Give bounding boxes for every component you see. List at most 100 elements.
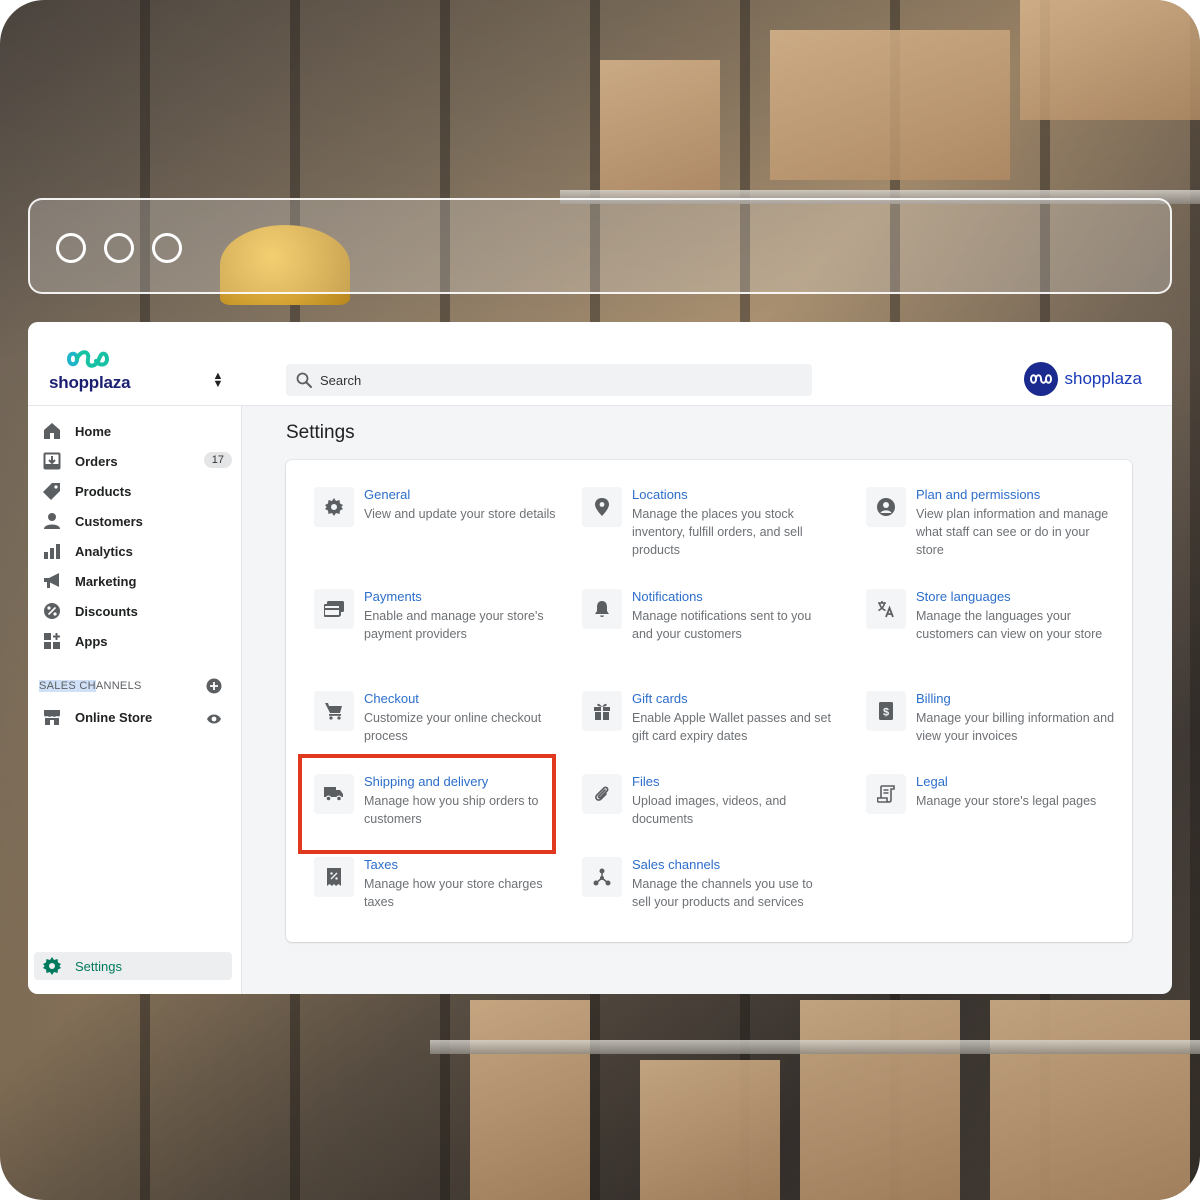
sidebar-item-label: Apps [75,633,108,649]
brand-infinity-icon [1024,362,1059,396]
setting-title: Store languages [916,589,1011,604]
window-control-maximize[interactable] [152,233,182,263]
bar-chart-icon [42,541,62,561]
setting-title: Notifications [632,589,703,604]
setting-title: Taxes [364,857,398,872]
setting-title: Locations [632,487,688,502]
discount-icon [42,601,62,621]
sidebar-item-customers[interactable]: Customers [42,507,232,535]
bg-box [770,30,1010,180]
sidebar-item-label: Online Store [75,709,153,725]
setting-title: Payments [364,589,422,604]
setting-description: Manage the languages your customers can … [916,609,1103,641]
setting-title: Billing [916,691,951,706]
translate-icon [866,589,906,629]
window-titlebar [28,198,1172,294]
store-icon [42,707,62,727]
sidebar-item-label: Home [75,423,112,439]
top-bar: shopplaza ▲ ▼ Search shopplaza [28,322,1172,406]
setting-description: View plan information and manage what st… [916,507,1109,557]
credit-card-icon [314,589,354,629]
setting-title: General [364,487,411,502]
setting-description: Upload images, videos, and documents [632,794,787,826]
gift-icon [582,691,622,731]
user-circle-icon [866,487,906,527]
setting-title: Files [632,774,660,789]
bg-shelf [430,1040,1200,1054]
logo-infinity-icon [66,350,110,368]
add-sales-channel-icon[interactable] [206,678,222,699]
setting-title: Checkout [364,691,419,706]
setting-description: Manage how your store charges taxes [364,877,543,909]
sidebar-item-label: Marketing [75,573,137,589]
sales-channels-heading-selected: SALES CH [39,680,96,692]
bg-box [470,1000,590,1200]
setting-description: Manage the places you stock inventory, f… [632,507,803,557]
setting-description: Customize your online checkout process [364,711,542,743]
page-title: Settings [286,422,355,443]
search-icon [296,372,312,388]
person-icon [42,511,62,531]
bg-box [1020,0,1200,120]
billing-icon: $ [866,691,906,731]
bg-box [800,1000,960,1200]
location-pin-icon [582,487,622,527]
home-icon [42,421,62,441]
sidebar-item-label: Discounts [75,603,138,619]
tax-receipt-icon [314,857,354,897]
bg-box [600,60,720,200]
sidebar: Home Orders 17 Products Customers Analyt… [28,406,242,994]
setting-description: Enable Apple Wallet passes and set gift … [632,711,831,743]
sidebar-item-marketing[interactable]: Marketing [42,567,232,595]
setting-title: Legal [916,774,948,789]
setting-title: Sales channels [632,857,721,872]
sidebar-item-analytics[interactable]: Analytics [42,537,232,565]
cart-icon [314,691,354,731]
sidebar-item-label: Customers [75,513,143,529]
setting-description: Manage the channels you use to sell your… [632,877,813,909]
sales-channels-heading: SALES CHANNELS [39,680,142,692]
tag-icon [42,481,62,501]
brand-text: shopplaza [1064,369,1142,388]
gear-icon [42,956,62,976]
window-control-minimize[interactable] [104,233,134,263]
sidebar-item-apps[interactable]: Apps [42,627,232,655]
sidebar-item-label: Products [75,483,132,499]
sidebar-item-orders[interactable]: Orders 17 [42,447,232,475]
legal-icon [866,774,906,814]
highlight-annotation-box [298,754,556,854]
apps-icon [42,631,62,651]
setting-description: Manage your billing information and view… [916,711,1115,743]
setting-title: Plan and permissions [916,487,1041,502]
setting-description: Manage your store's legal pages [916,794,1097,808]
eye-icon[interactable] [206,711,222,732]
sidebar-item-discounts[interactable]: Discounts [42,597,232,625]
setting-description: Enable and manage your store's payment p… [364,609,544,641]
store-switcher-chevrons-icon[interactable]: ▲ ▼ [212,371,224,390]
gear-icon [314,487,354,527]
sidebar-item-settings[interactable]: Settings [34,952,232,980]
setting-description: View and update your store details [364,507,556,521]
window-control-close[interactable] [56,233,86,263]
svg-text:$: $ [883,707,889,719]
sidebar-item-home[interactable]: Home [42,417,232,445]
search-input[interactable]: Search [286,364,812,396]
bg-box [990,1000,1190,1200]
app-window: shopplaza ▲ ▼ Search shopplaza Home Orde… [28,322,1172,994]
setting-title: Gift cards [632,691,688,706]
megaphone-icon [42,571,62,591]
search-placeholder: Search [320,372,362,388]
bell-icon [582,589,622,629]
bg-box [640,1060,780,1200]
sidebar-item-label: Orders [75,453,118,469]
setting-description: Manage notifications sent to you and you… [632,609,812,641]
brand-logo: shopplaza [1024,362,1142,396]
sidebar-item-online-store[interactable]: Online Store [42,703,232,731]
orders-icon [42,451,62,471]
paperclip-icon [582,774,622,814]
sidebar-item-label: Settings [75,958,122,974]
sidebar-item-label: Analytics [75,543,133,559]
sidebar-item-products[interactable]: Products [42,477,232,505]
orders-count-badge: 17 [203,452,232,468]
channels-icon [582,857,622,897]
